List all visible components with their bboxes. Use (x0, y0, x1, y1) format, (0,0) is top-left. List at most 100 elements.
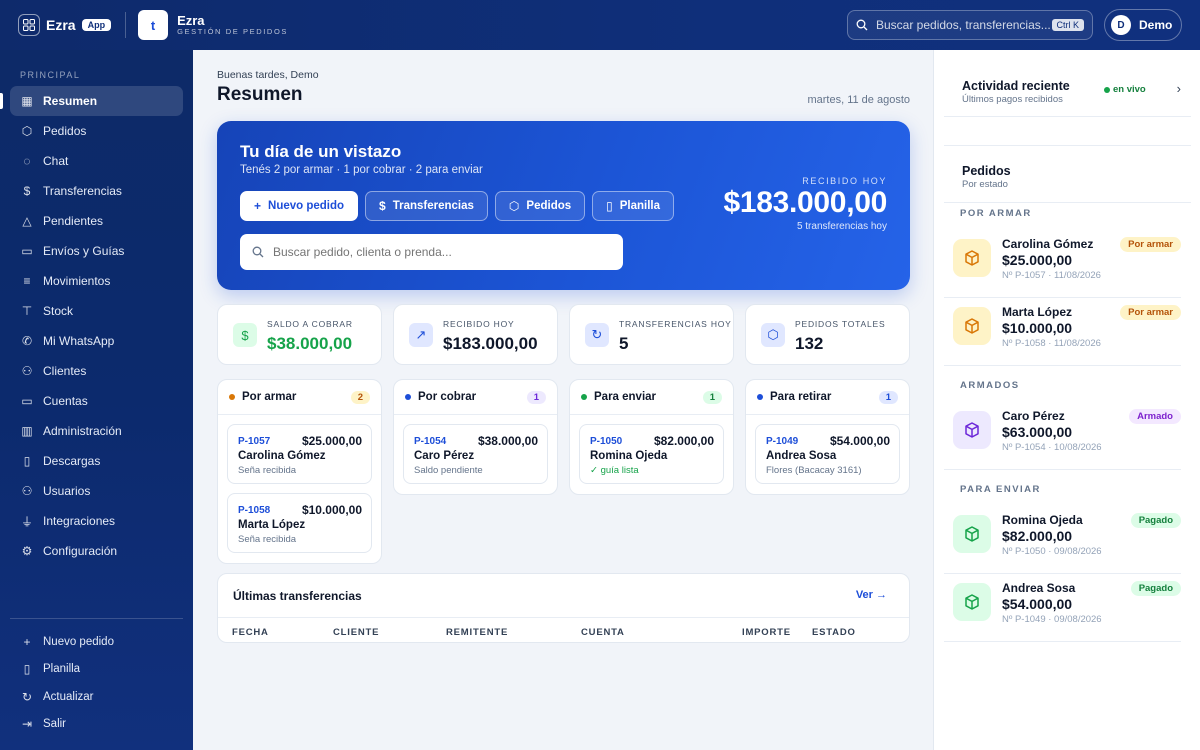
sidebar-item-label: Pedidos (43, 124, 87, 138)
user-menu-button[interactable]: D Demo (1104, 9, 1182, 41)
order-list-item[interactable]: Caro Pérez $63.000,00 Nº P-1054 · 10/08/20… (944, 402, 1181, 470)
order-list-item[interactable]: Andrea Sosa $54.000,00 Nº P-1049 · 09/08/2… (944, 574, 1181, 642)
sidebar-item-movimientos[interactable]: ≡ Movimientos (10, 266, 183, 296)
sidebar-item-resumen[interactable]: ▦ Resumen (10, 86, 183, 116)
refresh-icon: ↻ (21, 689, 33, 704)
sidebar-action-actualizar[interactable]: ↻ Actualizar (10, 683, 183, 711)
sidebar-item-stock[interactable]: ⊤ Stock (10, 296, 183, 326)
activity-title: Actividad reciente (962, 79, 1070, 93)
order-note: Flores (Bacacay 3161) (766, 465, 862, 476)
sidebar-item-administración[interactable]: ▥ Administración (10, 416, 183, 446)
order-card[interactable]: P-1050 $82.000,00 Romina Ojeda ✓ guía lista (579, 424, 724, 484)
order-card[interactable]: P-1058 $10.000,00 Marta López Seña recibida (227, 493, 372, 553)
recent-activity-header[interactable]: Actividad reciente Últimos pagos recibid… (944, 50, 1191, 117)
received-note: 5 transferencias hoy (796, 220, 887, 232)
sidebar-item-configuración[interactable]: ⚙ Configuración (10, 536, 183, 566)
planilla-button[interactable]: ▯ Planilla (592, 191, 675, 221)
file-icon: ▯ (23, 454, 31, 468)
sidebar-item-envíos-y-guías[interactable]: ▭ Envíos y Guías (10, 236, 183, 266)
status-column-header[interactable]: Por cobrar 1 (394, 380, 557, 415)
sidebar-item-clientes[interactable]: ⚇ Clientes (10, 356, 183, 386)
global-search-placeholder: Buscar pedidos, transferencias... (876, 18, 1051, 32)
order-id[interactable]: P-1054 (414, 436, 446, 447)
status-column: Para retirar 1 P-1049 $54.000,00 Andrea Sosa… (745, 379, 910, 495)
order-status-board: Por armar 2 P-1057 $25.000,00 Carolina Gómez… (217, 379, 910, 564)
main-content: Buenas tardes, Demo Resumen martes, 11 d… (193, 50, 933, 750)
button-label: Pedidos (526, 200, 572, 212)
order-card[interactable]: P-1054 $38.000,00 Caro Pérez Saldo pendient… (403, 424, 548, 484)
sidebar-action-nuevo-pedido[interactable]: + Nuevo pedido (10, 628, 183, 656)
transfers-view-all-link[interactable]: Ver → (856, 589, 887, 601)
order-id[interactable]: P-1057 (238, 436, 270, 447)
sidebar-item-label: Envíos y Guías (43, 244, 125, 258)
sidebar-item-transferencias[interactable]: $ Transferencias (10, 176, 183, 206)
order-search-input[interactable] (273, 245, 593, 259)
order-amount: $38.000,00 (477, 434, 538, 448)
transferencias-button[interactable]: $ Transferencias (365, 191, 488, 221)
global-search[interactable]: Buscar pedidos, transferencias... Ctrl K (847, 10, 1093, 40)
order-card[interactable]: P-1057 $25.000,00 Carolina Gómez Seña recib… (227, 424, 372, 484)
sidebar-item-mi-whatsapp[interactable]: ✆ Mi WhatsApp (10, 326, 183, 356)
sidebar-item-chat[interactable]: ◌ Chat (10, 146, 183, 176)
order-list-item[interactable]: Marta López $10.000,00 Nº P-1058 · 11/08/2… (944, 298, 1181, 366)
chevron-right-icon[interactable]: › (1177, 81, 1181, 96)
sidebar-action-label: Actualizar (43, 690, 94, 703)
order-note: Seña recibida (238, 465, 297, 476)
apps-grid-icon[interactable] (18, 14, 40, 36)
order-id[interactable]: P-1049 (766, 436, 798, 447)
order-list-item[interactable]: Romina Ojeda $82.000,00 Nº P-1050 · 09/08/… (944, 506, 1181, 574)
order-card[interactable]: P-1049 $54.000,00 Andrea Sosa Flores (Bacac… (755, 424, 900, 484)
box-icon: ⬡ (508, 199, 520, 213)
stat-label: PEDIDOS TOTALES (795, 319, 886, 329)
sidebar-action-label: Nuevo pedido (43, 635, 114, 648)
sidebar-item-label: Pendientes (43, 214, 104, 228)
sidebar-item-usuarios[interactable]: ⚇ Usuarios (10, 476, 183, 506)
status-count-badge: 1 (526, 390, 546, 404)
order-id[interactable]: P-1050 (590, 436, 622, 447)
stat-label: RECIBIDO HOY (443, 319, 515, 329)
sidebar-item-cuentas[interactable]: ▭ Cuentas (10, 386, 183, 416)
hero-subtitle: Tenés 2 por armar · 1 por cobrar · 2 par… (240, 164, 483, 176)
order-client: Caro Pérez (1002, 409, 1065, 423)
pedidos-button[interactable]: ⬡ Pedidos (494, 191, 586, 221)
order-id[interactable]: P-1058 (238, 505, 270, 516)
column-header[interactable]: REMITENTE (446, 627, 508, 638)
order-note: Seña recibida (238, 534, 297, 545)
sidebar-item-pendientes[interactable]: △ Pendientes (10, 206, 183, 236)
column-header[interactable]: FECHA (232, 627, 269, 638)
stat-value: 5 (619, 334, 629, 353)
sidebar-action-planilla[interactable]: ▯ Planilla (10, 656, 183, 684)
column-header[interactable]: CLIENTE (333, 627, 379, 638)
status-column-header[interactable]: Para enviar 1 (570, 380, 733, 415)
search-icon (252, 246, 264, 258)
project-logo[interactable]: t (138, 10, 169, 40)
package-icon (953, 307, 991, 345)
nuevo-pedido-button[interactable]: + Nuevo pedido (240, 191, 359, 221)
sidebar-item-pedidos[interactable]: ⬡ Pedidos (10, 116, 183, 146)
project-name: Ezra (177, 12, 205, 28)
sidebar-item-label: Stock (43, 304, 74, 318)
live-indicator: en vivo (1104, 84, 1146, 95)
column-header[interactable]: IMPORTE (742, 627, 791, 638)
status-column-title: Por cobrar (418, 391, 477, 403)
stat-value: $38.000,00 (267, 334, 353, 353)
top-bar: Ezra App t Ezra GESTIÓN DE PEDIDOS Busca… (0, 0, 1200, 50)
status-column-header[interactable]: Por armar 2 (218, 380, 381, 415)
dollar-icon: $ (233, 323, 257, 347)
sidebar-item-label: Administración (43, 424, 122, 438)
latest-transfers: Últimas transferencias Ver → FECHA CLIENT… (217, 573, 910, 643)
sidebar-item-integraciones[interactable]: ⏚ Integraciones (10, 506, 183, 536)
order-amount: $54.000,00 (829, 434, 890, 448)
sidebar-action-salir[interactable]: ⇥ Salir (10, 711, 183, 739)
sidebar-action-label: Planilla (43, 663, 81, 676)
order-group-label: POR ARMAR (960, 208, 1032, 219)
order-search[interactable] (240, 234, 623, 270)
status-column-header[interactable]: Para retirar 1 (746, 380, 909, 415)
project-subtitle: GESTIÓN DE PEDIDOS (177, 27, 288, 37)
column-header[interactable]: CUENTA (581, 627, 625, 638)
order-group-label: ARMADOS (960, 380, 1020, 391)
order-list-item[interactable]: Carolina Gómez $25.000,00 Nº P-1057 · 11/0… (944, 230, 1181, 298)
truck-icon: ▭ (21, 244, 33, 258)
sidebar-item-descargas[interactable]: ▯ Descargas (10, 446, 183, 476)
column-header[interactable]: ESTADO (812, 627, 856, 638)
